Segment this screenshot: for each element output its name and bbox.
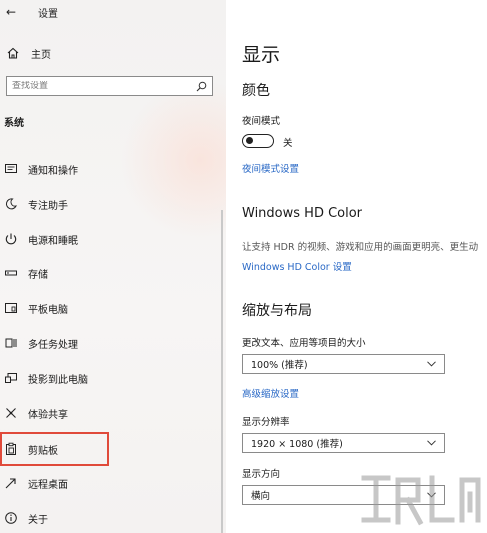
sidebar-item-tablet[interactable]: 平板电脑 — [4, 299, 204, 317]
sidebar-item-focus-assist[interactable]: 专注助手 — [4, 195, 204, 213]
toggle-knob — [246, 137, 253, 144]
moon-icon — [4, 197, 18, 211]
sidebar-item-about[interactable]: 关于 — [4, 509, 204, 527]
home-label: 主页 — [31, 49, 51, 61]
search-icon[interactable] — [196, 81, 207, 92]
window-title: 设置 — [38, 9, 58, 20]
power-icon — [4, 232, 18, 246]
sidebar-item-label: 投影到此电脑 — [28, 374, 88, 386]
multitask-icon — [4, 336, 18, 350]
sidebar-item-label: 关于 — [28, 514, 48, 526]
orientation-label: 显示方向 — [242, 469, 281, 480]
project-icon — [4, 371, 18, 385]
back-arrow-icon[interactable]: ← — [6, 4, 22, 20]
watermark-logo — [361, 475, 481, 526]
hdr-settings-link[interactable]: Windows HD Color 设置 — [242, 259, 352, 273]
night-mode-toggle[interactable] — [242, 134, 274, 148]
remote-desktop-icon — [4, 476, 18, 490]
main-content: 显示 颜色 夜间模式 关 夜间模式设置 Windows HD Color 让支持… — [226, 0, 487, 533]
color-heading: 颜色 — [242, 83, 270, 99]
sidebar-scrollbar[interactable] — [221, 210, 223, 533]
sidebar-item-label: 体验共享 — [28, 409, 68, 421]
night-mode-state: 关 — [283, 138, 293, 149]
scale-label: 更改文本、应用等项目的大小 — [242, 338, 366, 349]
resolution-value: 1920 × 1080 (推荐) — [251, 439, 343, 450]
sidebar-item-label: 专注助手 — [28, 200, 68, 212]
share-icon — [4, 406, 18, 420]
sidebar-item-label: 远程桌面 — [28, 479, 68, 491]
sidebar-item-project[interactable]: 投影到此电脑 — [4, 369, 204, 387]
sidebar-item-notifications[interactable]: 通知和操作 — [4, 160, 204, 178]
sidebar-item-label: 存储 — [28, 269, 48, 281]
sidebar-item-power-sleep[interactable]: 电源和睡眠 — [4, 230, 204, 248]
info-icon — [4, 511, 18, 525]
notification-icon — [4, 162, 18, 176]
home-nav-item[interactable]: 主页 — [6, 44, 51, 62]
storage-icon — [4, 266, 18, 280]
section-label-system: 系统 — [4, 118, 24, 129]
night-mode-label: 夜间模式 — [242, 116, 281, 127]
chevron-down-icon — [427, 440, 436, 446]
night-mode-settings-link[interactable]: 夜间模式设置 — [242, 161, 299, 175]
sidebar-item-label: 平板电脑 — [28, 304, 68, 316]
sidebar-item-multitasking[interactable]: 多任务处理 — [4, 334, 204, 352]
resolution-label: 显示分辨率 — [242, 417, 290, 428]
sidebar: ← 设置 主页 系统 通知和操作 专注助手 电源和睡眠 — [0, 0, 226, 533]
scale-layout-heading: 缩放与布局 — [242, 303, 312, 319]
tablet-icon — [4, 301, 18, 315]
sidebar-item-storage[interactable]: 存储 — [4, 264, 204, 282]
home-icon — [7, 47, 19, 59]
scale-dropdown[interactable]: 100% (推荐) — [242, 354, 445, 374]
sidebar-item-label: 通知和操作 — [28, 165, 78, 177]
page-title: 显示 — [242, 44, 281, 66]
hdr-description: 让支持 HDR 的视频、游戏和应用的画面更明亮、更生动 — [242, 242, 479, 253]
sidebar-item-label: 电源和睡眠 — [28, 235, 78, 247]
sidebar-item-label: 多任务处理 — [28, 339, 78, 351]
scale-value: 100% (推荐) — [251, 360, 308, 371]
hdr-heading: Windows HD Color — [242, 206, 363, 221]
clipboard-highlight-box — [0, 432, 109, 466]
advanced-scaling-link[interactable]: 高级缩放设置 — [242, 386, 299, 400]
search-input[interactable] — [12, 81, 196, 91]
chevron-down-icon — [427, 361, 436, 367]
sidebar-item-remote-desktop[interactable]: 远程桌面 — [4, 474, 204, 492]
resolution-dropdown[interactable]: 1920 × 1080 (推荐) — [242, 433, 445, 453]
search-box[interactable] — [6, 76, 213, 96]
sidebar-item-shared-experiences[interactable]: 体验共享 — [4, 404, 204, 422]
